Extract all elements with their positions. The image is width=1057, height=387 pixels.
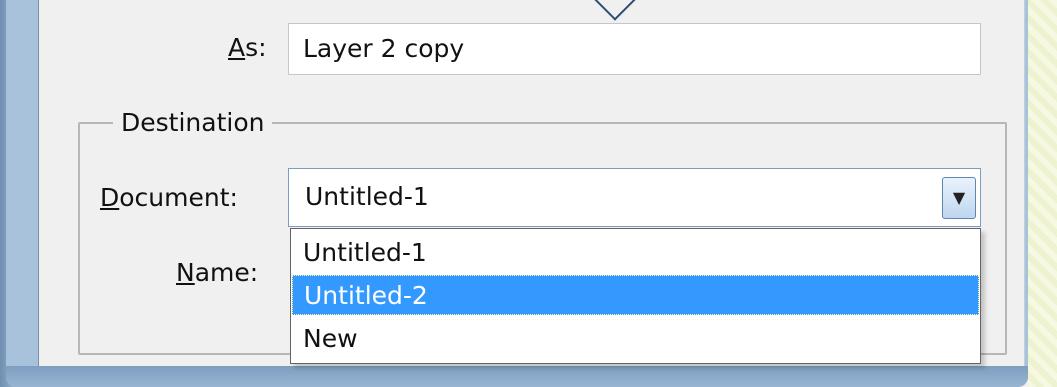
as-input-value: Layer 2 copy [303,34,465,63]
destination-group-title: Destination [113,108,273,138]
name-label-mnemonic: N [176,258,195,287]
name-label-text: ame: [194,258,259,287]
window-frame-bottom [6,366,1028,387]
document-label-mnemonic: D [100,183,120,212]
as-input[interactable]: Layer 2 copy [288,23,981,75]
background-pattern [1028,0,1057,387]
as-label: As: [228,33,267,63]
document-label: Document: [100,183,238,213]
dropdown-button[interactable]: ▼ [942,177,976,219]
document-combo[interactable]: Untitled-1 ▼ [288,168,981,227]
as-label-mnemonic: A [228,33,246,62]
as-label-text: s: [245,33,267,62]
dropdown-option-untitled-2[interactable]: Untitled-2 [292,275,979,315]
chevron-down-icon: ▼ [952,188,966,207]
dropdown-option-new[interactable]: New [292,319,979,359]
name-label: Name: [176,258,258,288]
dropdown-option-untitled-1[interactable]: Untitled-1 [292,233,979,273]
document-label-text: ocument: [119,183,238,212]
callout-arrow-icon [592,0,638,21]
document-dropdown-list: Untitled-1 Untitled-2 New [290,228,981,364]
document-combo-value: Untitled-1 [305,182,429,211]
